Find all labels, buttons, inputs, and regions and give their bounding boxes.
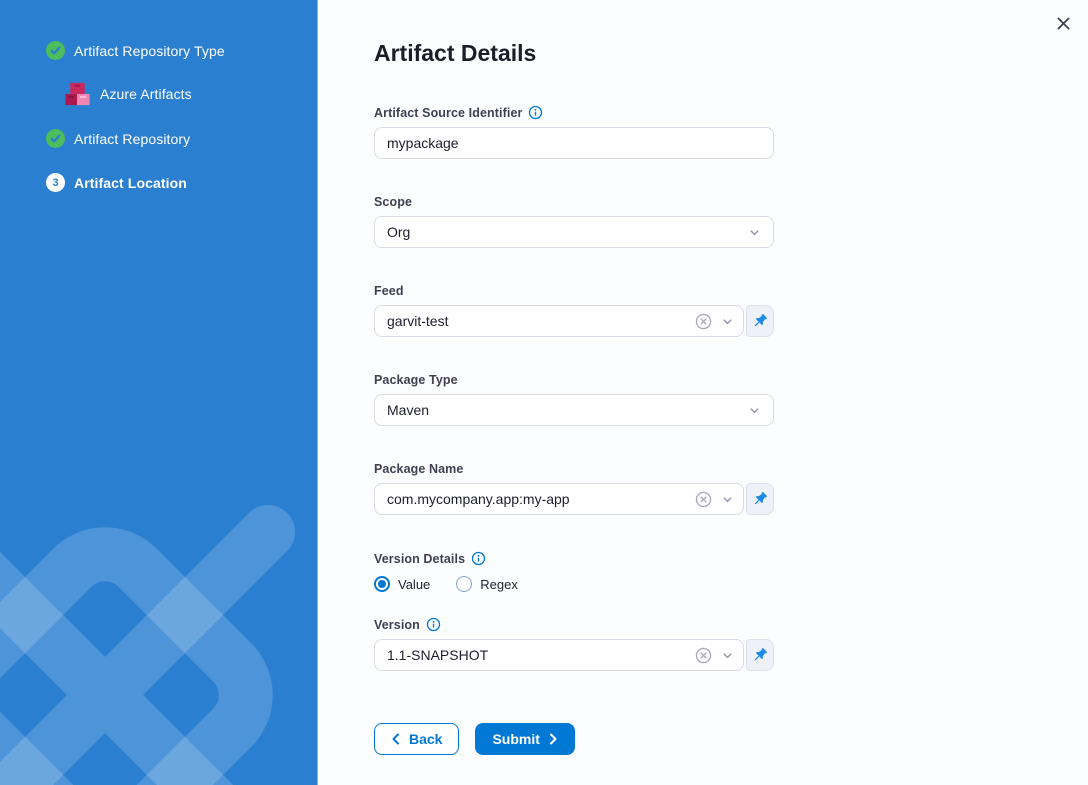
- step-label: Artifact Location: [74, 175, 187, 191]
- step-number-icon: 3: [46, 173, 65, 192]
- step-label: Artifact Repository Type: [74, 43, 225, 59]
- field-label: Package Type: [374, 373, 458, 387]
- clear-icon[interactable]: [694, 646, 713, 665]
- radio-unselected-icon: [456, 576, 472, 592]
- version-details-radio-group: Value Regex: [374, 576, 774, 592]
- azure-artifacts-icon: [64, 80, 91, 107]
- back-button[interactable]: Back: [374, 723, 459, 755]
- field-version: Version 1.1-SNAPSHOT: [374, 617, 774, 671]
- sidebar-step-azure-artifacts[interactable]: Azure Artifacts: [64, 80, 317, 107]
- chevron-down-icon: [748, 404, 761, 417]
- version-select[interactable]: 1.1-SNAPSHOT: [374, 639, 744, 671]
- step-complete-icon: [46, 41, 65, 60]
- submit-button[interactable]: Submit: [475, 723, 574, 755]
- feed-value: garvit-test: [387, 313, 686, 329]
- chevron-left-icon: [391, 733, 401, 745]
- package-type-value: Maven: [387, 402, 748, 418]
- field-package-type: Package Type Maven: [374, 373, 774, 426]
- pin-button[interactable]: [746, 305, 774, 337]
- field-scope: Scope Org: [374, 195, 774, 248]
- artifact-source-identifier-input[interactable]: [374, 127, 774, 159]
- field-label: Feed: [374, 284, 404, 298]
- step-complete-icon: [46, 129, 65, 148]
- package-name-select[interactable]: com.mycompany.app:my-app: [374, 483, 744, 515]
- radio-option-regex[interactable]: Regex: [456, 576, 518, 592]
- field-feed: Feed garvit-test: [374, 284, 774, 337]
- info-icon[interactable]: [471, 551, 486, 566]
- clear-icon[interactable]: [694, 312, 713, 331]
- radio-option-value[interactable]: Value: [374, 576, 430, 592]
- wizard-sidebar: Artifact Repository Type Azure Artifacts: [0, 0, 317, 785]
- field-label: Package Name: [374, 462, 463, 476]
- sidebar-step-artifact-repository[interactable]: Artifact Repository: [46, 129, 317, 148]
- artifact-details-form: Artifact Source Identifier Scope: [374, 105, 774, 755]
- radio-selected-icon: [374, 576, 390, 592]
- close-icon[interactable]: [1053, 13, 1073, 33]
- step-label: Azure Artifacts: [100, 86, 192, 102]
- info-icon[interactable]: [426, 617, 441, 632]
- pin-button[interactable]: [746, 639, 774, 671]
- feed-select[interactable]: garvit-test: [374, 305, 744, 337]
- field-version-details: Version Details Value: [374, 551, 774, 592]
- package-type-select[interactable]: Maven: [374, 394, 774, 426]
- chevron-down-icon[interactable]: [721, 649, 734, 662]
- pin-button[interactable]: [746, 483, 774, 515]
- version-value: 1.1-SNAPSHOT: [387, 647, 686, 663]
- field-label: Artifact Source Identifier: [374, 106, 522, 120]
- page-title: Artifact Details: [374, 40, 1088, 67]
- scope-value: Org: [387, 224, 748, 240]
- field-package-name: Package Name com.mycompany.app:my-app: [374, 462, 774, 515]
- field-artifact-source-identifier: Artifact Source Identifier: [374, 105, 774, 159]
- chevron-down-icon[interactable]: [721, 315, 734, 328]
- form-actions: Back Submit: [374, 723, 774, 755]
- chevron-down-icon[interactable]: [721, 493, 734, 506]
- field-label: Scope: [374, 195, 412, 209]
- field-label: Version: [374, 618, 420, 632]
- package-name-value: com.mycompany.app:my-app: [387, 491, 686, 507]
- sidebar-step-artifact-location[interactable]: 3 Artifact Location: [46, 173, 317, 192]
- info-icon[interactable]: [528, 105, 543, 120]
- chevron-right-icon: [548, 733, 558, 745]
- step-label: Artifact Repository: [74, 131, 190, 147]
- field-label: Version Details: [374, 552, 465, 566]
- clear-icon[interactable]: [694, 490, 713, 509]
- scope-select[interactable]: Org: [374, 216, 774, 248]
- artifact-wizard-modal: Artifact Repository Type Azure Artifacts: [0, 0, 1088, 785]
- artifact-details-panel: Artifact Details Artifact Source Identif…: [317, 0, 1088, 785]
- chevron-down-icon: [748, 226, 761, 239]
- sidebar-step-artifact-repository-type[interactable]: Artifact Repository Type: [46, 41, 317, 60]
